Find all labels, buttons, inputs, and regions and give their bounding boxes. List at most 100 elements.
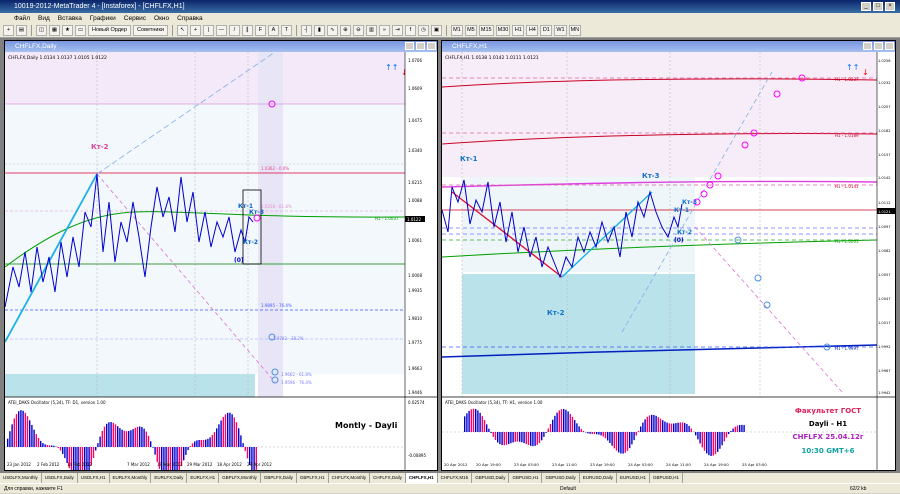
menu-window[interactable]: Окно xyxy=(154,13,169,24)
line-chart-icon[interactable]: ∿ xyxy=(327,25,338,36)
chart-window-title[interactable]: CHFLFX,H1 xyxy=(442,41,895,52)
tf-m5[interactable]: M5 xyxy=(465,25,477,36)
daily-chart-canvas[interactable]: Кт-2 Кт-1 Кт-3 Кт-2 (0) 1.0362 - 0.0% 1.… xyxy=(5,52,437,470)
chart-tab[interactable]: GBPLFX,Daily xyxy=(261,473,297,483)
tf-d1[interactable]: D1 xyxy=(540,25,552,36)
candle-chart-icon[interactable]: ▮ xyxy=(314,25,325,36)
menu-help[interactable]: Справка xyxy=(177,13,203,24)
menu-file[interactable]: Файл xyxy=(14,13,30,24)
zoom-in-icon[interactable]: ⊕ xyxy=(340,25,351,36)
chart-tab[interactable]: GBPUSD,H1 xyxy=(509,473,542,483)
maximize-icon[interactable]: □ xyxy=(873,2,883,11)
chart-window-daily[interactable]: CHFLFX,Daily xyxy=(4,40,438,471)
minimize-icon[interactable]: _ xyxy=(861,2,871,11)
minimize-icon[interactable] xyxy=(405,42,414,50)
histogram-bar xyxy=(554,416,555,432)
close-icon[interactable]: × xyxy=(885,2,895,11)
fibo-icon[interactable]: F xyxy=(255,25,266,36)
histogram-bar xyxy=(207,439,208,447)
tf-w1[interactable]: W1 xyxy=(554,25,566,36)
chart-tab[interactable]: EURUSD,Daily xyxy=(580,473,617,483)
text-icon[interactable]: A xyxy=(268,25,279,36)
histogram-bar xyxy=(620,432,621,453)
data-window-icon[interactable]: ▦ xyxy=(49,25,60,36)
channel-icon[interactable]: ∥ xyxy=(242,25,253,36)
histogram-bar xyxy=(124,431,125,447)
label-icon[interactable]: T xyxy=(281,25,292,36)
h1-chart-canvas[interactable]: Кт-1 Кт-3 Кт-2 Кт-1 Кт-3 Кт-2 (0) H1 - 1… xyxy=(442,52,895,470)
crosshair-icon[interactable]: + xyxy=(190,25,201,36)
histogram-bar xyxy=(64,447,65,458)
periods-icon[interactable]: ◷ xyxy=(418,25,429,36)
histogram-bar xyxy=(495,432,496,440)
chart-tab[interactable]: CHFLFX,M15 xyxy=(438,473,473,483)
time-tick: 24 Apr 19:00 xyxy=(704,462,729,467)
chart-window-h1[interactable]: CHFLFX,H1 xyxy=(441,40,896,471)
zoom-out-icon[interactable]: ⊖ xyxy=(353,25,364,36)
histogram-bar xyxy=(477,410,478,432)
chart-tab[interactable]: GBPUSD,Daily xyxy=(542,473,579,483)
tf-m1[interactable]: M1 xyxy=(451,25,463,36)
chart-tab[interactable]: GBPLFX,H1 xyxy=(297,473,329,483)
time-tick: 23 Apr 19:00 xyxy=(590,462,615,467)
minimize-icon[interactable] xyxy=(863,42,872,50)
chart-tab[interactable]: EURLFX,Daily xyxy=(151,473,187,483)
vertical-line-icon[interactable]: | xyxy=(203,25,214,36)
price-tick: 1.0142 xyxy=(878,176,891,180)
trendline-icon[interactable]: / xyxy=(229,25,240,36)
chart-tab[interactable]: CHFLFX,H1 xyxy=(406,473,438,483)
histogram-bar xyxy=(484,420,485,432)
menu-insert[interactable]: Вставка xyxy=(58,13,82,24)
wave-label: Кт-2 xyxy=(243,239,258,246)
chart-tab[interactable]: EURLFX,Monthly xyxy=(110,473,152,483)
tf-m30[interactable]: M30 xyxy=(496,25,511,36)
profiles-icon[interactable]: ▤ xyxy=(16,25,27,36)
tf-mn[interactable]: MN xyxy=(569,25,582,36)
bar-chart-icon[interactable]: ┤ xyxy=(301,25,312,36)
menu-tools[interactable]: Сервис xyxy=(124,13,146,24)
chart-tab[interactable]: GBPLFX,Monthly xyxy=(219,473,261,483)
templates-icon[interactable]: ▣ xyxy=(431,25,442,36)
chart-tab[interactable]: USDLFX,H1 xyxy=(78,473,110,483)
horizontal-line-icon[interactable]: — xyxy=(216,25,227,36)
wave-label: Кт-1 xyxy=(674,207,689,214)
chart-window-title[interactable]: CHFLFX,Daily xyxy=(5,41,437,52)
new-chart-icon[interactable]: + xyxy=(3,25,14,36)
chart-tab[interactable]: GBPUSD,H1 xyxy=(650,473,683,483)
histogram-bar xyxy=(603,432,604,437)
autoscroll-icon[interactable]: » xyxy=(379,25,390,36)
chart-tab[interactable]: USDLFX,Daily xyxy=(42,473,78,483)
chart-tab[interactable]: EURLFX,H1 xyxy=(187,473,219,483)
tf-m15[interactable]: M15 xyxy=(479,25,494,36)
menu-charts[interactable]: Графики xyxy=(90,13,116,24)
arrow-up-icon: ↑↑ xyxy=(385,63,398,72)
shaded-zone xyxy=(5,374,255,397)
close-icon[interactable] xyxy=(427,42,436,50)
tf-h1[interactable]: H1 xyxy=(512,25,524,36)
trendline[interactable] xyxy=(695,227,842,392)
chart-tab[interactable]: USDLFX,Monthly xyxy=(0,473,42,483)
tile-icon[interactable]: ▥ xyxy=(366,25,377,36)
tf-h4[interactable]: H4 xyxy=(526,25,538,36)
maximize-icon[interactable] xyxy=(416,42,425,50)
oscillator-histogram xyxy=(464,409,745,456)
chart-tab[interactable]: EURUSD,H1 xyxy=(617,473,650,483)
menu-view[interactable]: Вид xyxy=(38,13,50,24)
chart-shift-icon[interactable]: ⇥ xyxy=(392,25,403,36)
market-watch-icon[interactable]: ◫ xyxy=(36,25,47,36)
level-text: 1.0258 - 61.8% xyxy=(261,204,292,209)
new-order-button[interactable]: Новый Ордер xyxy=(88,25,131,36)
advisors-button[interactable]: Советники xyxy=(133,25,168,36)
histogram-bar xyxy=(238,428,239,447)
chart-tab[interactable]: CHFLFX,Daily xyxy=(370,473,406,483)
chart-tab[interactable]: CHFLFX,Monthly xyxy=(329,473,371,483)
maximize-icon[interactable] xyxy=(874,42,883,50)
price-tick: 1.0207 xyxy=(878,105,891,109)
navigator-icon[interactable]: ★ xyxy=(62,25,73,36)
histogram-bar xyxy=(51,445,52,447)
indicators-icon[interactable]: f xyxy=(405,25,416,36)
terminal-icon[interactable]: ▭ xyxy=(75,25,86,36)
chart-tab[interactable]: GBPUSD,Daily xyxy=(472,473,509,483)
cursor-icon[interactable]: ↖ xyxy=(177,25,188,36)
close-icon[interactable] xyxy=(885,42,894,50)
